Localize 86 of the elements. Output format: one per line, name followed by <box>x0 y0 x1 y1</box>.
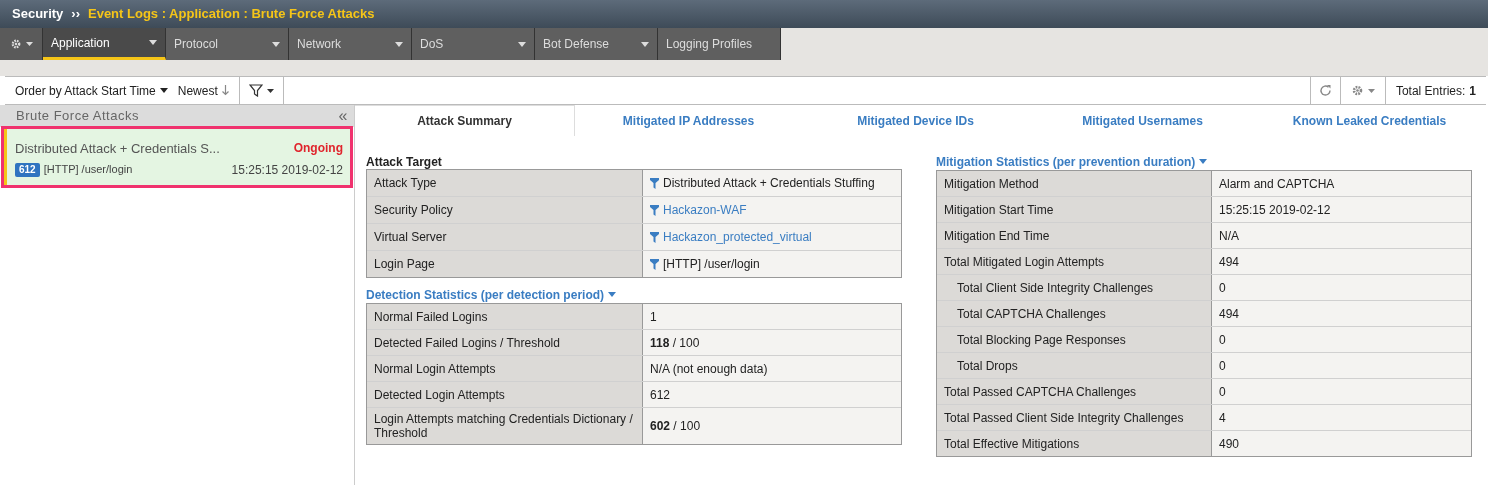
label-cell: Total Blocking Page Responses <box>937 327 1212 352</box>
detection-statistics-dropdown[interactable]: Detection Statistics (per detection period) <box>366 286 617 303</box>
down-arrow-icon <box>221 85 229 96</box>
status-label: Ongoing <box>293 140 343 157</box>
nav-tab[interactable]: Application <box>43 28 166 60</box>
label-cell: Total Passed CAPTCHA Challenges <box>937 379 1212 404</box>
caret-icon <box>608 292 617 297</box>
label-cell: Login Page <box>367 251 643 277</box>
filter-icon <box>650 177 659 189</box>
value-cell: 15:25:15 2019-02-12 <box>1212 197 1471 222</box>
attack-time: 15:25:15 2019-02-12 <box>231 161 343 179</box>
sort-toggle[interactable]: Newest <box>177 77 240 104</box>
nav-tab[interactable]: Network <box>289 28 412 60</box>
caret-icon <box>25 42 33 46</box>
value-cell: 612 <box>643 382 901 407</box>
value-link[interactable]: Hackazon-WAF <box>643 197 901 223</box>
breadcrumb-separator: ›› <box>71 5 80 24</box>
label-cell: Total Effective Mitigations <box>937 431 1212 456</box>
label-cell: Total CAPTCHA Challenges <box>937 301 1212 326</box>
value-cell: 494 <box>1212 249 1471 274</box>
value-cell: 494 <box>1212 301 1471 326</box>
breadcrumb-root[interactable]: Security <box>12 4 64 24</box>
label-cell: Detected Failed Logins / Threshold <box>367 330 643 355</box>
value-link[interactable]: Hackazon_protected_virtual <box>643 224 901 250</box>
total-entries-count: 1 <box>1469 82 1476 100</box>
label-cell: Login Attempts matching Credentials Dictionary / Threshold <box>367 408 643 444</box>
value-cell: 1 <box>643 304 901 329</box>
caret-icon <box>1199 159 1208 164</box>
label-cell: Normal Login Attempts <box>367 356 643 381</box>
gear-icon <box>9 38 22 50</box>
caret-icon <box>395 41 403 47</box>
filter-icon <box>650 258 659 270</box>
caret-icon <box>159 88 168 93</box>
label-cell: Total Passed Client Side Integrity Challenges <box>937 405 1212 430</box>
caret-icon <box>518 41 526 47</box>
value-cell: 0 <box>1212 353 1471 378</box>
value-cell: 0 <box>1212 327 1471 352</box>
value-cell: N/A <box>1212 223 1471 248</box>
caret-icon <box>266 88 274 93</box>
caret-icon <box>149 40 157 45</box>
value-cell: 118 / 100 <box>643 330 901 355</box>
caret-icon <box>1367 88 1375 93</box>
label-cell: Mitigation End Time <box>937 223 1212 248</box>
nav-tab[interactable]: Logging Profiles <box>658 28 781 60</box>
label-cell: Detected Login Attempts <box>367 382 643 407</box>
settings-menu-button[interactable] <box>0 28 43 60</box>
label-cell: Mitigation Start Time <box>937 197 1212 222</box>
value-cell: 4 <box>1212 405 1471 430</box>
caret-icon <box>272 41 280 47</box>
collapse-button[interactable]: « <box>338 104 348 128</box>
gear-icon <box>1350 84 1364 97</box>
label-cell: Total Drops <box>937 353 1212 378</box>
value-cell: 0 <box>1212 379 1471 404</box>
panel-title: Brute Force Attacks <box>16 107 139 126</box>
label-cell: Total Client Side Integrity Challenges <box>937 275 1212 300</box>
filter-icon <box>650 204 659 216</box>
label-cell: Mitigation Method <box>937 171 1212 196</box>
attack-list-item[interactable]: Distributed Attack + Credentials S... Ongoing 612 [HTTP] /user/login 15:25:15 2019-02-12 <box>3 128 351 186</box>
label-cell: Total Mitigated Login Attempts <box>937 249 1212 274</box>
refresh-icon <box>1318 84 1332 97</box>
value-cell: [HTTP] /user/login <box>643 251 901 277</box>
value-cell: 490 <box>1212 431 1471 456</box>
nav-tab[interactable]: Protocol <box>166 28 289 60</box>
value-cell: N/A (not enough data) <box>643 356 901 381</box>
label-cell: Virtual Server <box>367 224 643 250</box>
value-cell: Distributed Attack + Credentials Stuffing <box>643 170 901 196</box>
breadcrumb-path: Event Logs : Application : Brute Force Attacks <box>88 5 375 24</box>
caret-icon <box>641 41 649 47</box>
login-page-path: [HTTP] /user/login <box>43 162 133 178</box>
total-entries-label: Total Entries: <box>1395 82 1466 100</box>
label-cell: Security Policy <box>367 197 643 223</box>
label-cell: Normal Failed Logins <box>367 304 643 329</box>
label-cell: Attack Type <box>367 170 643 196</box>
attack-name: Distributed Attack + Credentials S... <box>15 140 220 158</box>
order-by-dropdown[interactable]: Order by Attack Start Time <box>5 77 178 104</box>
nav-tab[interactable]: DoS <box>412 28 535 60</box>
filter-icon <box>248 84 263 97</box>
nav-tab[interactable]: Bot Defense <box>535 28 658 60</box>
value-cell: 602 / 100 <box>643 408 901 444</box>
value-cell: Alarm and CAPTCHA <box>1212 171 1471 196</box>
value-cell: 0 <box>1212 275 1471 300</box>
count-badge: 612 <box>15 162 40 177</box>
filter-icon <box>650 231 659 243</box>
detail-tab[interactable]: Attack Summary <box>355 105 575 136</box>
mitigation-statistics-dropdown[interactable]: Mitigation Statistics (per prevention duration) <box>936 153 1208 170</box>
section-title: Attack Target <box>366 154 443 169</box>
